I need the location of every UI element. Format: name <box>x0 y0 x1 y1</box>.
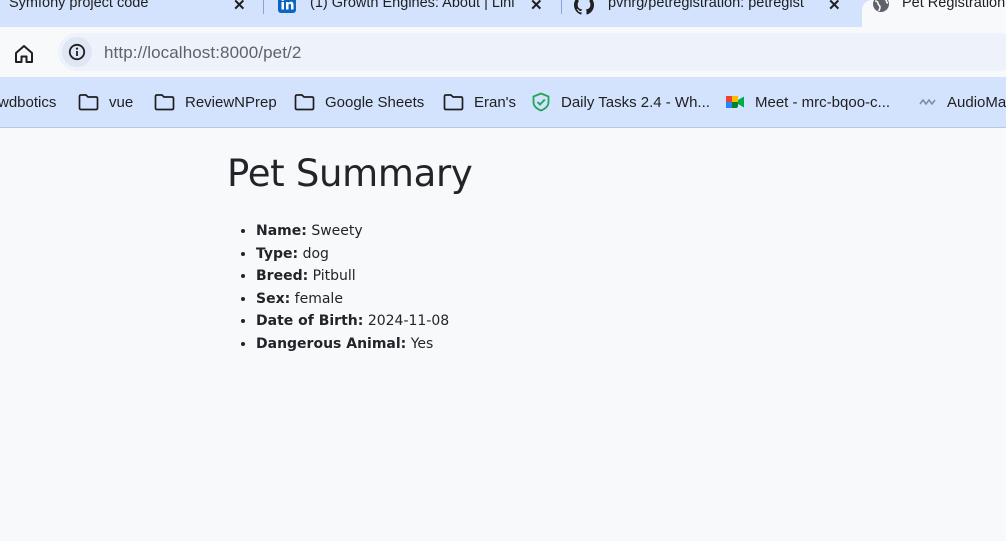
url-text[interactable]: http://localhost:8000/pet/2 <box>104 43 301 63</box>
tab-github[interactable]: pvhrg/petregistration: petregist ✕ <box>574 0 846 27</box>
tab-separator <box>263 0 264 14</box>
bookmark-label: Daily Tasks 2.4 - Wh... <box>561 93 710 111</box>
folder-icon <box>294 93 315 111</box>
list-item: Dangerous Animal: Yes <box>256 333 449 356</box>
list-item: Type: dog <box>256 243 449 266</box>
field-value: female <box>294 290 343 307</box>
toolbar: http://localhost:8000/pet/2 <box>0 27 1006 77</box>
linkedin-icon <box>278 0 296 17</box>
list-item: Date of Birth: 2024-11-08 <box>256 310 449 333</box>
close-icon[interactable]: ✕ <box>828 0 841 14</box>
tab-symfony[interactable]: Symfony project code ✕ <box>9 0 259 27</box>
field-value: Sweety <box>311 223 363 239</box>
field-label: Name: <box>256 223 307 239</box>
tab-title: Symfony project code <box>9 0 149 11</box>
field-label: Date of Birth: <box>256 313 364 330</box>
bookmark-item[interactable]: Meet - mrc-bqoo-c... <box>725 91 890 113</box>
tab-strip: Symfony project code ✕ (1) Growth Engine… <box>0 0 1006 27</box>
page-content: Pet Summary Name: Sweety Type: dog Breed… <box>0 128 1006 541</box>
bookmark-label: Google Sheets <box>325 93 425 111</box>
page-title: Pet Summary <box>227 152 473 195</box>
bookmark-folder[interactable]: Google Sheets <box>294 91 424 113</box>
field-value: Pitbull <box>312 268 356 285</box>
home-button[interactable] <box>12 42 36 66</box>
url-host: http://localhost <box>104 43 216 62</box>
tab-title: Pet Registration <box>902 0 1006 11</box>
folder-icon <box>443 93 464 111</box>
bookmarks-bar: wdbotics vue ReviewNPrep Google Sheets E… <box>0 77 1006 128</box>
meet-icon <box>725 94 745 110</box>
list-item: Sex: female <box>256 288 449 311</box>
field-label: Sex: <box>256 290 291 307</box>
bookmark-label: Meet - mrc-bqoo-c... <box>755 93 891 111</box>
tab-linkedin[interactable]: (1) Growth Engines: About | Linl ✕ <box>278 0 550 27</box>
close-icon[interactable]: ✕ <box>530 0 543 14</box>
bookmark-item[interactable]: Daily Tasks 2.4 - Wh... <box>531 91 710 113</box>
close-icon[interactable]: ✕ <box>233 0 246 14</box>
info-icon <box>68 43 86 61</box>
globe-icon <box>872 0 890 17</box>
bookmark-label: vue <box>109 93 134 111</box>
bookmark-label: wdbotics <box>0 93 57 111</box>
check-shield-icon <box>531 92 551 112</box>
tab-title: pvhrg/petregistration: petregist <box>608 0 804 11</box>
field-value: Yes <box>410 335 434 352</box>
bookmark-folder[interactable]: Eran's <box>443 91 516 113</box>
field-label: Type: <box>256 245 299 262</box>
github-icon <box>574 0 594 19</box>
bookmark-folder[interactable]: vue <box>78 91 133 113</box>
tab-pet-registration[interactable]: Pet Registration <box>862 0 1006 27</box>
site-info-button[interactable] <box>62 37 92 67</box>
list-item: Breed: Pitbull <box>256 265 449 288</box>
list-item: Name: Sweety <box>256 220 449 243</box>
field-label: Dangerous Animal: <box>256 335 407 352</box>
field-label: Breed: <box>256 268 309 285</box>
waveform-icon <box>919 96 937 108</box>
url-path: :8000/pet/2 <box>215 43 302 62</box>
folder-icon <box>78 93 99 111</box>
bookmark-folder[interactable]: ReviewNPrep <box>154 91 277 113</box>
field-value: dog <box>302 245 329 262</box>
folder-icon <box>154 93 175 111</box>
bookmark-label: ReviewNPrep <box>185 93 277 111</box>
field-value: 2024-11-08 <box>367 313 450 330</box>
address-bar[interactable]: http://localhost:8000/pet/2 <box>58 33 1006 71</box>
pet-details-list: Name: Sweety Type: dog Breed: Pitbull Se… <box>236 220 449 356</box>
bookmark-item[interactable]: AudioMa <box>919 91 1006 113</box>
bookmark-label: AudioMa <box>947 93 1006 111</box>
tab-separator <box>561 0 562 14</box>
home-icon <box>15 45 33 63</box>
bookmark-label: Eran's <box>474 93 517 111</box>
tab-title: (1) Growth Engines: About | Linl <box>310 0 515 11</box>
bookmark-item[interactable]: wdbotics <box>0 91 56 113</box>
